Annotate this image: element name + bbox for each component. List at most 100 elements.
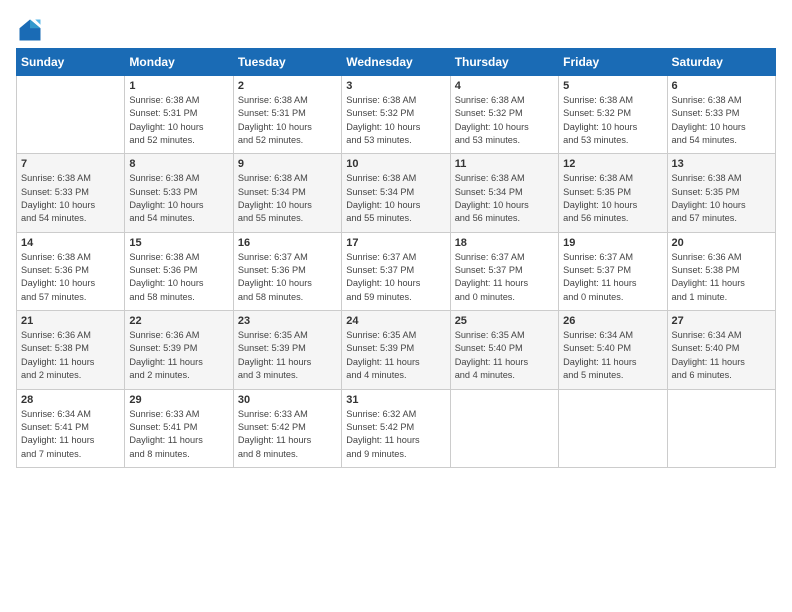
day-info: Sunrise: 6:38 AMSunset: 5:32 PMDaylight:… <box>346 94 445 147</box>
day-info: Sunrise: 6:38 AMSunset: 5:36 PMDaylight:… <box>129 251 228 304</box>
day-number: 30 <box>238 394 337 406</box>
calendar-cell: 13 Sunrise: 6:38 AMSunset: 5:35 PMDayligh… <box>667 154 775 232</box>
day-number: 19 <box>563 237 662 249</box>
day-info: Sunrise: 6:38 AMSunset: 5:34 PMDaylight:… <box>455 172 554 225</box>
calendar-cell: 10 Sunrise: 6:38 AMSunset: 5:34 PMDayligh… <box>342 154 450 232</box>
day-number: 25 <box>455 315 554 327</box>
calendar-cell: 6 Sunrise: 6:38 AMSunset: 5:33 PMDaylight… <box>667 76 775 154</box>
calendar-cell: 25 Sunrise: 6:35 AMSunset: 5:40 PMDayligh… <box>450 311 558 389</box>
day-info: Sunrise: 6:35 AMSunset: 5:39 PMDaylight:… <box>238 329 337 382</box>
day-info: Sunrise: 6:38 AMSunset: 5:33 PMDaylight:… <box>672 94 771 147</box>
day-number: 20 <box>672 237 771 249</box>
day-number: 22 <box>129 315 228 327</box>
calendar-cell: 1 Sunrise: 6:38 AMSunset: 5:31 PMDaylight… <box>125 76 233 154</box>
day-number: 29 <box>129 394 228 406</box>
day-number: 9 <box>238 158 337 170</box>
day-number: 7 <box>21 158 120 170</box>
calendar-cell: 2Sunrise: 6:38 AMSunset: 5:31 PMDaylight… <box>233 76 341 154</box>
calendar-cell: 31 Sunrise: 6:32 AMSunset: 5:42 PMDayligh… <box>342 389 450 467</box>
day-header-saturday: Saturday <box>667 49 775 76</box>
calendar-cell: 5 Sunrise: 6:38 AMSunset: 5:32 PMDaylight… <box>559 76 667 154</box>
day-info: Sunrise: 6:33 AMSunset: 5:41 PMDaylight:… <box>129 408 228 461</box>
day-info: Sunrise: 6:38 AMSunset: 5:35 PMDaylight:… <box>672 172 771 225</box>
day-info: Sunrise: 6:38 AMSunset: 5:34 PMDaylight:… <box>346 172 445 225</box>
calendar-cell: 17Sunrise: 6:37 AMSunset: 5:37 PMDayligh… <box>342 232 450 310</box>
logo <box>16 16 48 44</box>
day-info: Sunrise: 6:38 AMSunset: 5:35 PMDaylight:… <box>563 172 662 225</box>
day-number: 16 <box>238 237 337 249</box>
day-number: 2 <box>238 80 337 92</box>
day-info: Sunrise: 6:38 AMSunset: 5:33 PMDaylight:… <box>21 172 120 225</box>
day-info: Sunrise: 6:34 AMSunset: 5:40 PMDaylight:… <box>563 329 662 382</box>
day-info: Sunrise: 6:36 AMSunset: 5:38 PMDaylight:… <box>21 329 120 382</box>
day-number: 10 <box>346 158 445 170</box>
day-header-sunday: Sunday <box>17 49 125 76</box>
day-number: 1 <box>129 80 228 92</box>
header-row: SundayMondayTuesdayWednesdayThursdayFrid… <box>17 49 776 76</box>
day-info: Sunrise: 6:36 AMSunset: 5:39 PMDaylight:… <box>129 329 228 382</box>
calendar-cell: 23 Sunrise: 6:35 AMSunset: 5:39 PMDayligh… <box>233 311 341 389</box>
day-header-tuesday: Tuesday <box>233 49 341 76</box>
calendar-week-5: 28 Sunrise: 6:34 AMSunset: 5:41 PMDayligh… <box>17 389 776 467</box>
day-info: Sunrise: 6:37 AMSunset: 5:36 PMDaylight:… <box>238 251 337 304</box>
day-number: 15 <box>129 237 228 249</box>
day-number: 5 <box>563 80 662 92</box>
calendar-cell: 26Sunrise: 6:34 AMSunset: 5:40 PMDayligh… <box>559 311 667 389</box>
calendar-week-3: 14Sunrise: 6:38 AMSunset: 5:36 PMDayligh… <box>17 232 776 310</box>
day-number: 6 <box>672 80 771 92</box>
day-info: Sunrise: 6:37 AMSunset: 5:37 PMDaylight:… <box>346 251 445 304</box>
calendar-cell: 3 Sunrise: 6:38 AMSunset: 5:32 PMDaylight… <box>342 76 450 154</box>
calendar-week-2: 7 Sunrise: 6:38 AMSunset: 5:33 PMDaylight… <box>17 154 776 232</box>
calendar-cell: 12Sunrise: 6:38 AMSunset: 5:35 PMDayligh… <box>559 154 667 232</box>
calendar-cell: 24Sunrise: 6:35 AMSunset: 5:39 PMDayligh… <box>342 311 450 389</box>
calendar-cell: 20 Sunrise: 6:36 AMSunset: 5:38 PMDayligh… <box>667 232 775 310</box>
day-number: 24 <box>346 315 445 327</box>
day-info: Sunrise: 6:38 AMSunset: 5:32 PMDaylight:… <box>455 94 554 147</box>
day-header-monday: Monday <box>125 49 233 76</box>
logo-icon <box>16 16 44 44</box>
calendar-week-4: 21 Sunrise: 6:36 AMSunset: 5:38 PMDayligh… <box>17 311 776 389</box>
calendar-cell: 15 Sunrise: 6:38 AMSunset: 5:36 PMDayligh… <box>125 232 233 310</box>
day-header-wednesday: Wednesday <box>342 49 450 76</box>
calendar-cell: 21 Sunrise: 6:36 AMSunset: 5:38 PMDayligh… <box>17 311 125 389</box>
calendar-cell: 8 Sunrise: 6:38 AMSunset: 5:33 PMDaylight… <box>125 154 233 232</box>
day-info: Sunrise: 6:36 AMSunset: 5:38 PMDaylight:… <box>672 251 771 304</box>
day-info: Sunrise: 6:32 AMSunset: 5:42 PMDaylight:… <box>346 408 445 461</box>
day-number: 28 <box>21 394 120 406</box>
day-number: 18 <box>455 237 554 249</box>
calendar-cell: 9 Sunrise: 6:38 AMSunset: 5:34 PMDaylight… <box>233 154 341 232</box>
calendar-cell: 22 Sunrise: 6:36 AMSunset: 5:39 PMDayligh… <box>125 311 233 389</box>
calendar-cell: 4 Sunrise: 6:38 AMSunset: 5:32 PMDaylight… <box>450 76 558 154</box>
day-number: 27 <box>672 315 771 327</box>
day-info: Sunrise: 6:37 AMSunset: 5:37 PMDaylight:… <box>563 251 662 304</box>
day-info: Sunrise: 6:35 AMSunset: 5:40 PMDaylight:… <box>455 329 554 382</box>
day-number: 3 <box>346 80 445 92</box>
day-number: 31 <box>346 394 445 406</box>
page-header <box>16 16 776 44</box>
calendar-cell: 28 Sunrise: 6:34 AMSunset: 5:41 PMDayligh… <box>17 389 125 467</box>
calendar-cell: 18 Sunrise: 6:37 AMSunset: 5:37 PMDayligh… <box>450 232 558 310</box>
calendar-cell <box>559 389 667 467</box>
day-number: 8 <box>129 158 228 170</box>
day-info: Sunrise: 6:38 AMSunset: 5:33 PMDaylight:… <box>129 172 228 225</box>
calendar-cell <box>667 389 775 467</box>
day-number: 13 <box>672 158 771 170</box>
day-number: 4 <box>455 80 554 92</box>
day-info: Sunrise: 6:38 AMSunset: 5:32 PMDaylight:… <box>563 94 662 147</box>
calendar-cell: 30Sunrise: 6:33 AMSunset: 5:42 PMDayligh… <box>233 389 341 467</box>
calendar-cell <box>17 76 125 154</box>
calendar-cell: 29 Sunrise: 6:33 AMSunset: 5:41 PMDayligh… <box>125 389 233 467</box>
day-number: 11 <box>455 158 554 170</box>
day-info: Sunrise: 6:38 AMSunset: 5:34 PMDaylight:… <box>238 172 337 225</box>
day-info: Sunrise: 6:37 AMSunset: 5:37 PMDaylight:… <box>455 251 554 304</box>
calendar-cell: 14Sunrise: 6:38 AMSunset: 5:36 PMDayligh… <box>17 232 125 310</box>
day-info: Sunrise: 6:34 AMSunset: 5:41 PMDaylight:… <box>21 408 120 461</box>
calendar-cell: 27 Sunrise: 6:34 AMSunset: 5:40 PMDayligh… <box>667 311 775 389</box>
calendar-cell: 19 Sunrise: 6:37 AMSunset: 5:37 PMDayligh… <box>559 232 667 310</box>
calendar-cell: 16 Sunrise: 6:37 AMSunset: 5:36 PMDayligh… <box>233 232 341 310</box>
day-number: 21 <box>21 315 120 327</box>
day-header-thursday: Thursday <box>450 49 558 76</box>
day-info: Sunrise: 6:38 AMSunset: 5:31 PMDaylight:… <box>129 94 228 147</box>
day-info: Sunrise: 6:34 AMSunset: 5:40 PMDaylight:… <box>672 329 771 382</box>
day-number: 23 <box>238 315 337 327</box>
